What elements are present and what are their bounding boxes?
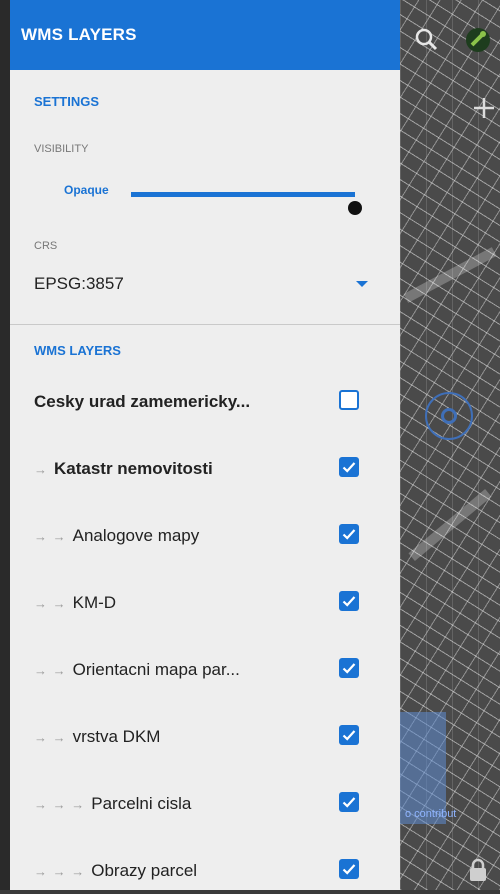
layer-row[interactable]: → → Orientacni mapa par... xyxy=(10,638,400,705)
layer-row[interactable]: → → → Obrazy parcel xyxy=(10,839,400,890)
checkbox-checked-icon xyxy=(342,462,356,473)
layer-label: → → → Obrazy parcel xyxy=(34,861,197,881)
layer-row[interactable]: Cesky urad zamemericky... xyxy=(10,370,400,437)
layer-label: → Katastr nemovitosti xyxy=(34,459,213,479)
layer-name: vrstva DKM xyxy=(72,727,161,746)
layer-name: Orientacni mapa par... xyxy=(72,660,240,679)
zoom-in-button[interactable] xyxy=(462,88,500,132)
checkbox-checked-icon xyxy=(342,663,356,674)
map-attribution-link[interactable]: o contribut xyxy=(405,808,500,820)
indent-arrows: → → xyxy=(34,663,67,678)
layer-label: Cesky urad zamemericky... xyxy=(34,392,250,412)
layer-name: Cesky urad zamemericky... xyxy=(34,392,251,411)
dropdown-icon xyxy=(356,281,368,287)
search-button[interactable] xyxy=(405,20,449,64)
slider-thumb[interactable] xyxy=(348,201,362,215)
section-divider xyxy=(10,324,400,325)
layer-label: → → Analogove mapy xyxy=(34,526,199,546)
layer-list: Cesky urad zamemericky... → Katastr nemovi… xyxy=(10,370,400,890)
indent-arrows: → xyxy=(34,462,48,477)
map-road xyxy=(403,247,497,303)
layer-label: → → → Parcelni cisla xyxy=(34,794,191,814)
satellite-icon xyxy=(463,25,493,60)
visibility-label: Opaque xyxy=(64,183,109,197)
screen-edge xyxy=(0,0,10,890)
layer-row[interactable]: → Katastr nemovitosti xyxy=(10,437,400,504)
indent-arrows: → → → xyxy=(34,864,86,879)
drawer-title: WMS LAYERS xyxy=(21,25,137,44)
settings-heading: SETTINGS xyxy=(34,94,100,109)
indent-arrows: → → xyxy=(34,529,67,544)
slider-track[interactable] xyxy=(131,192,362,215)
layer-name: KM-D xyxy=(72,593,117,612)
layer-label: → → vrstva DKM xyxy=(34,727,160,747)
indent-arrows: → → xyxy=(34,730,67,745)
drawer-header: WMS LAYERS xyxy=(10,0,400,70)
satellite-button[interactable] xyxy=(456,20,500,64)
layer-checkbox-checked[interactable] xyxy=(339,658,359,678)
indent-arrows: → → → xyxy=(34,797,86,812)
wms-layers-drawer: WMS LAYERS SETTINGS VISIBILITY Opaque CR… xyxy=(10,0,400,890)
checkbox-checked-icon xyxy=(342,797,356,808)
checkbox-checked-icon xyxy=(342,864,356,875)
layer-name: Obrazy parcel xyxy=(91,861,198,880)
add-icon xyxy=(472,96,496,125)
map-road xyxy=(408,489,492,561)
layer-checkbox-checked[interactable] xyxy=(339,457,359,477)
layer-name: Parcelni cisla xyxy=(91,794,192,813)
layer-checkbox-checked[interactable] xyxy=(339,725,359,745)
search-icon xyxy=(414,27,440,58)
checkbox-checked-icon xyxy=(342,596,356,607)
layer-row[interactable]: → → Analogove mapy xyxy=(10,504,400,571)
layer-label: → → KM-D xyxy=(34,593,116,613)
layer-row[interactable]: → → vrstva DKM xyxy=(10,705,400,772)
lock-icon xyxy=(468,858,488,887)
checkbox-checked-icon xyxy=(342,730,356,741)
layer-row[interactable]: → → KM-D xyxy=(10,571,400,638)
layer-checkbox-checked[interactable] xyxy=(339,792,359,812)
layer-checkbox-unchecked[interactable] xyxy=(339,390,359,410)
layer-name: Katastr nemovitosti xyxy=(54,459,213,478)
layer-name: Analogove mapy xyxy=(72,526,200,545)
crs-select[interactable]: EPSG:3857 xyxy=(10,264,400,304)
checkbox-checked-icon xyxy=(342,529,356,540)
visibility-caption: VISIBILITY xyxy=(34,143,89,155)
layer-checkbox-checked[interactable] xyxy=(339,524,359,544)
crs-caption: CRS xyxy=(34,240,58,252)
wms-layers-heading: WMS LAYERS xyxy=(34,343,121,358)
layer-checkbox-checked[interactable] xyxy=(339,859,359,879)
layer-row[interactable]: → → → Parcelni cisla xyxy=(10,772,400,839)
location-dot xyxy=(441,408,457,424)
crs-value: EPSG:3857 xyxy=(34,274,124,293)
lock-button[interactable] xyxy=(456,850,500,894)
layer-label: → → Orientacni mapa par... xyxy=(34,660,240,680)
visibility-slider[interactable]: Opaque xyxy=(10,177,400,215)
layer-checkbox-checked[interactable] xyxy=(339,591,359,611)
indent-arrows: → → xyxy=(34,596,67,611)
